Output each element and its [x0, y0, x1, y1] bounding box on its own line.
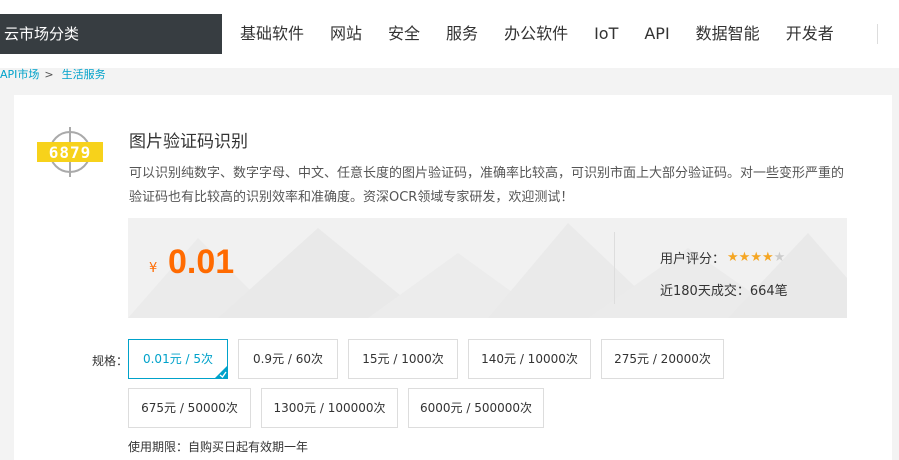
star-filled-icon: ★ [761, 250, 774, 265]
nav-item-security[interactable]: 安全 [388, 14, 420, 54]
breadcrumb-life-services[interactable]: 生活服务 [62, 68, 106, 81]
star-filled-icon: ★ [750, 250, 762, 265]
main-nav: 基础软件 网站 安全 服务 办公软件 IoT API 数据智能 开发者 [240, 14, 860, 54]
star-filled-icon: ★ [727, 250, 739, 265]
spec-option-6[interactable]: 675元 / 50000次 [128, 388, 251, 428]
product-title: 图片验证码识别 [129, 132, 248, 152]
spec-option-8[interactable]: 6000元 / 500000次 [408, 388, 544, 428]
spec-label: 规格： [92, 354, 129, 368]
price-panel-background [128, 223, 847, 318]
spec-option-5[interactable]: 275元 / 20000次 [601, 339, 724, 379]
spec-option-4[interactable]: 140元 / 10000次 [468, 339, 591, 379]
nav-item-basic-software[interactable]: 基础软件 [240, 14, 304, 54]
rating-stars: ★ ★ ★ ★ ★ [727, 251, 785, 264]
nav-item-website[interactable]: 网站 [330, 14, 362, 54]
breadcrumb: API市场 > 生活服务 [0, 68, 106, 82]
selected-check-icon [214, 365, 228, 379]
captcha-logo-icon: 6879 [37, 127, 103, 177]
price-panel-divider [614, 232, 615, 304]
breadcrumb-api-market[interactable]: API市场 [0, 68, 39, 81]
breadcrumb-separator: > [44, 68, 54, 81]
sales-count: 近180天成交：664笔 [660, 284, 788, 299]
user-rating: 用户评分： ★ ★ ★ ★ ★ [660, 248, 785, 267]
spec-option-label: 1300元 / 100000次 [273, 401, 386, 415]
spec-option-3[interactable]: 15元 / 1000次 [348, 339, 458, 379]
spec-option-1[interactable]: 0.01元 / 5次 [128, 339, 228, 379]
spec-option-label: 275元 / 20000次 [614, 352, 711, 366]
spec-option-label: 6000元 / 500000次 [419, 401, 533, 415]
star-filled-icon: ★ [738, 250, 751, 265]
category-menu-button[interactable]: 云市场分类 [0, 14, 222, 54]
spec-option-label: 140元 / 10000次 [481, 352, 578, 366]
spec-option-7[interactable]: 1300元 / 100000次 [261, 388, 398, 428]
spec-option-label: 0.01元 / 5次 [142, 352, 214, 366]
validity-period: 使用期限：自购买日起有效期一年 [128, 440, 309, 454]
rating-label: 用户评分： [660, 252, 726, 267]
spec-option-2[interactable]: 0.9元 / 60次 [238, 339, 338, 379]
nav-item-iot[interactable]: IoT [594, 14, 618, 54]
nav-item-services[interactable]: 服务 [446, 14, 478, 54]
spec-option-label: 15元 / 1000次 [362, 352, 444, 366]
spec-option-label: 675元 / 50000次 [141, 401, 238, 415]
price-panel: ¥ 0.01 用户评分： ★ ★ ★ ★ ★ 近180天成交：664笔 [128, 218, 847, 318]
nav-item-data-intelligence[interactable]: 数据智能 [696, 14, 760, 54]
nav-item-api[interactable]: API [644, 14, 669, 54]
nav-item-office-software[interactable]: 办公软件 [504, 14, 568, 54]
top-navigation: 云市场分类 基础软件 网站 安全 服务 办公软件 IoT API 数据智能 开发… [0, 0, 899, 68]
price-value: 0.01 [168, 243, 235, 281]
spec-option-label: 0.9元 / 60次 [252, 352, 324, 366]
price-currency: ¥ [149, 261, 158, 276]
logo-text: 6879 [49, 143, 92, 162]
nav-item-developer[interactable]: 开发者 [786, 14, 834, 54]
star-empty-icon: ★ [773, 250, 786, 265]
product-description: 可以识别纯数字、数字字母、中文、任意长度的图片验证码，准确率比较高，可识别市面上… [129, 166, 845, 205]
nav-divider [877, 24, 878, 44]
